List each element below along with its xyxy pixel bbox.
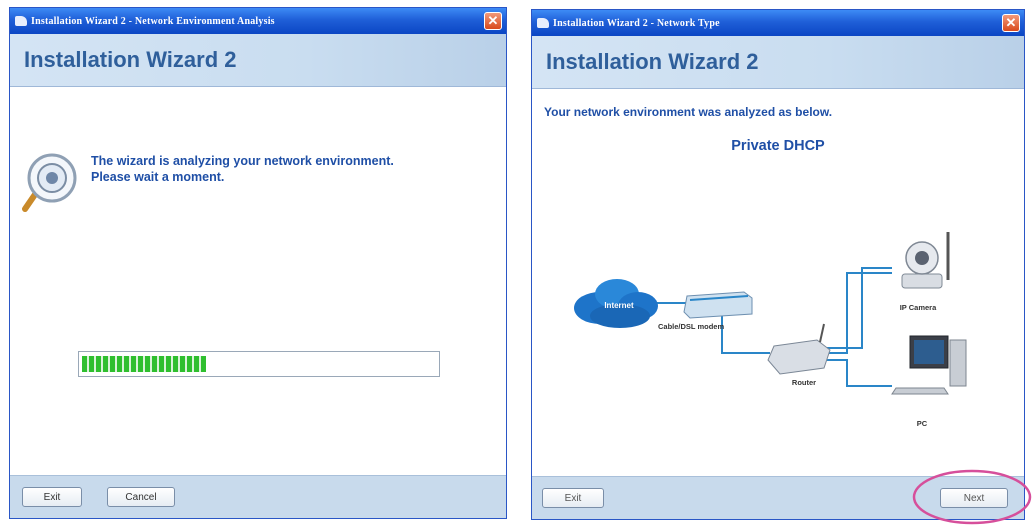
banner-title: Installation Wizard 2 — [24, 47, 237, 72]
cancel-button[interactable]: Cancel — [107, 487, 175, 507]
ip-camera-icon — [901, 232, 950, 289]
modem-label: Cable/DSL modem — [658, 322, 725, 331]
status-message-line2: Please wait a moment. — [91, 170, 225, 184]
pc-label: PC — [916, 419, 928, 428]
wizard-footer: Exit Cancel — [10, 475, 506, 518]
progress-fill — [82, 356, 206, 372]
ip-camera-label: IP Camera — [899, 303, 937, 312]
pc-icon — [891, 335, 967, 395]
wizard-banner: Installation Wizard 2 — [532, 36, 1024, 89]
router-label: Router — [791, 378, 817, 387]
internet-label: Internet — [604, 301, 634, 310]
close-icon[interactable]: ✕ — [484, 12, 502, 30]
status-message-line1: The wizard is analyzing your network env… — [91, 154, 394, 168]
wizard-banner: Installation Wizard 2 — [10, 34, 506, 87]
app-icon — [537, 18, 549, 28]
router-icon — [767, 323, 831, 375]
exit-button[interactable]: Exit — [22, 487, 82, 507]
network-type-window: Installation Wizard 2 - Network Type ✕ I… — [531, 9, 1025, 520]
analysis-intro: Your network environment was analyzed as… — [544, 105, 833, 119]
highlight-ring — [912, 469, 1032, 525]
modem-icon — [683, 291, 753, 319]
banner-title: Installation Wizard 2 — [546, 49, 759, 74]
app-icon — [15, 16, 27, 26]
window-title: Installation Wizard 2 - Network Type — [553, 17, 720, 29]
title-bar: Installation Wizard 2 - Network Type ✕ — [532, 10, 1024, 36]
close-icon[interactable]: ✕ — [1002, 14, 1020, 32]
progress-bar — [78, 351, 440, 377]
exit-button[interactable]: Exit — [542, 488, 604, 508]
network-type-label: Private DHCP — [731, 138, 825, 154]
analysis-wizard-window: Installation Wizard 2 - Network Environm… — [9, 7, 507, 519]
title-bar: Installation Wizard 2 - Network Environm… — [10, 8, 506, 34]
network-diagram: Internet — [574, 232, 967, 395]
window-title: Installation Wizard 2 - Network Environm… — [31, 15, 275, 27]
magnifier-icon — [22, 153, 77, 212]
